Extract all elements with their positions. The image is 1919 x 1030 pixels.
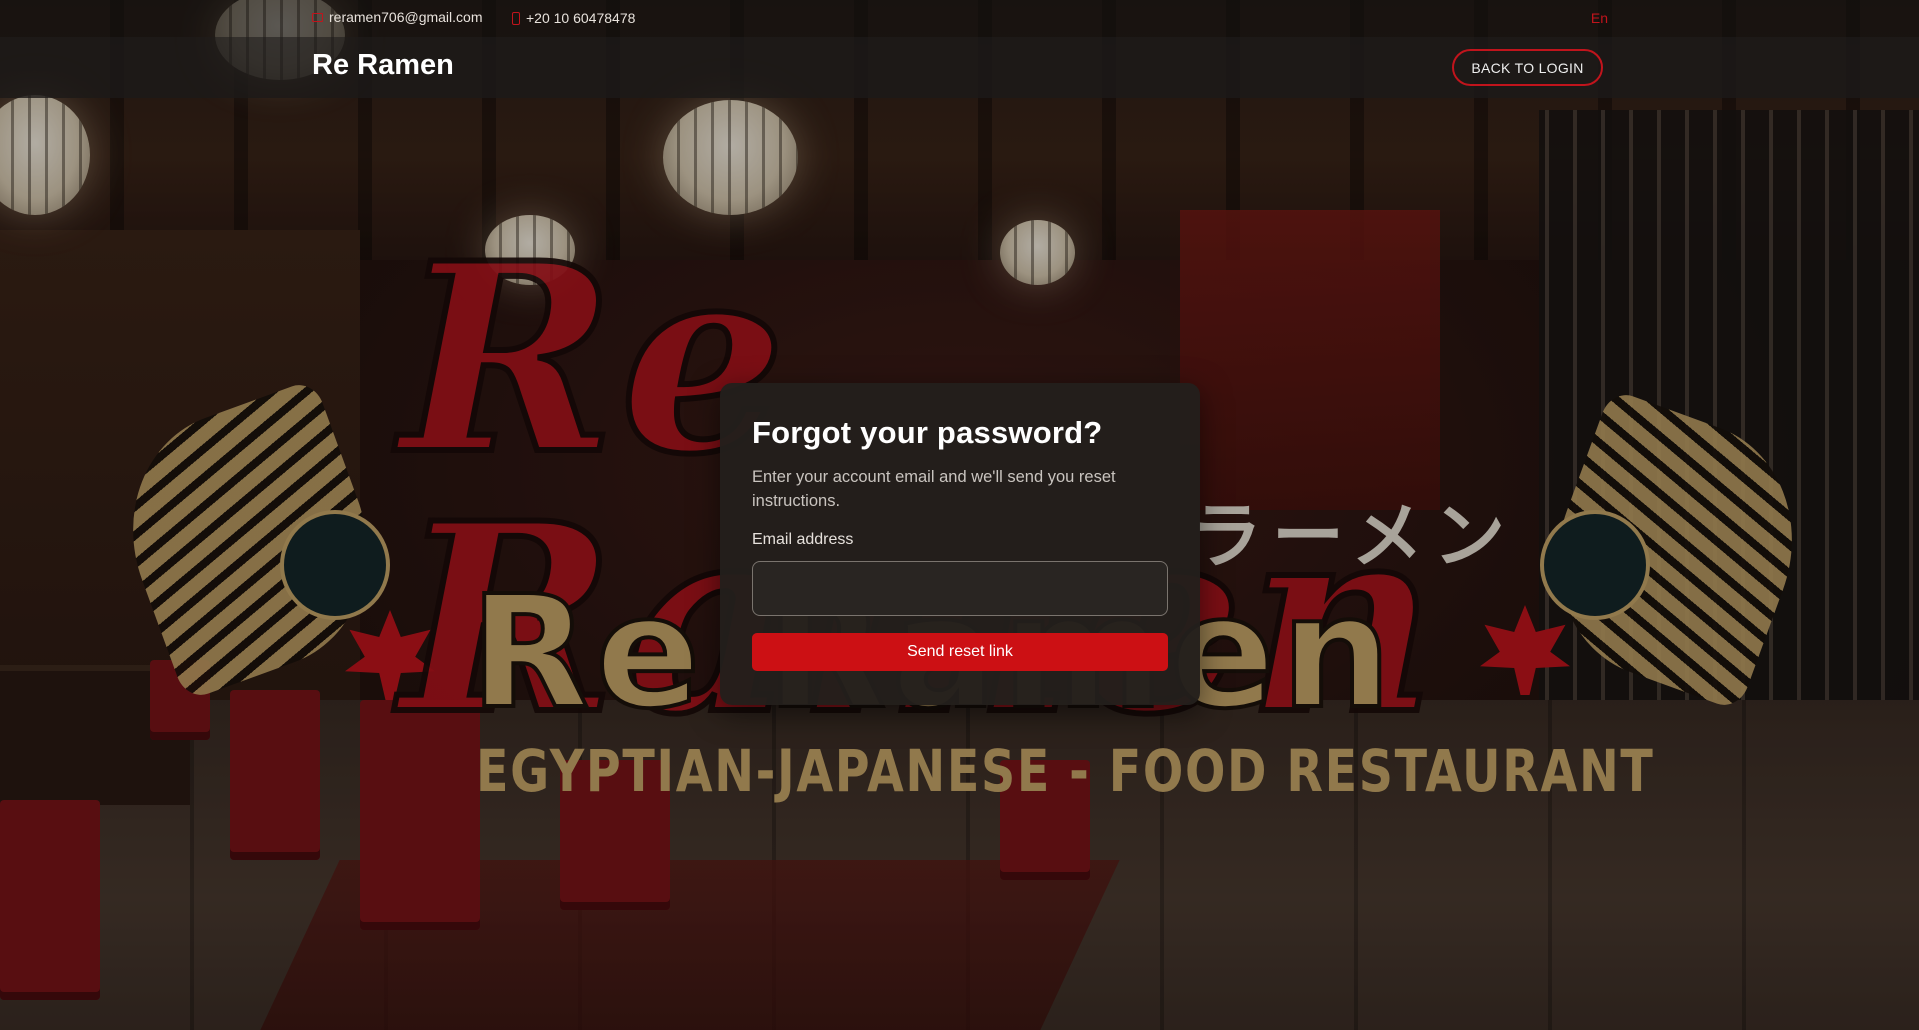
top-info-bar: reramen706@gmail.com +20 10 60478478 En [0, 0, 1919, 37]
email-field[interactable] [752, 561, 1168, 616]
page-title: Forgot your password? [752, 415, 1103, 450]
language-switcher[interactable]: En [1591, 10, 1608, 26]
navbar: Re Ramen BACK TO LOGIN [0, 37, 1919, 98]
contact-phone-text: +20 10 60478478 [526, 10, 636, 26]
brand-logo[interactable]: Re Ramen [312, 49, 454, 82]
send-reset-link-button[interactable]: Send reset link [752, 633, 1168, 671]
contact-phone[interactable]: +20 10 60478478 [512, 10, 635, 26]
email-label: Email address [752, 531, 854, 548]
contact-email[interactable]: reramen706@gmail.com [312, 9, 483, 25]
forgot-password-card: Forgot your password? Enter your account… [720, 383, 1200, 705]
mail-icon [312, 12, 323, 22]
form-description: Enter your account email and we'll send … [752, 468, 1116, 510]
phone-icon [512, 11, 520, 25]
back-to-login-button[interactable]: BACK TO LOGIN [1452, 49, 1603, 86]
contact-email-text: reramen706@gmail.com [329, 9, 483, 25]
